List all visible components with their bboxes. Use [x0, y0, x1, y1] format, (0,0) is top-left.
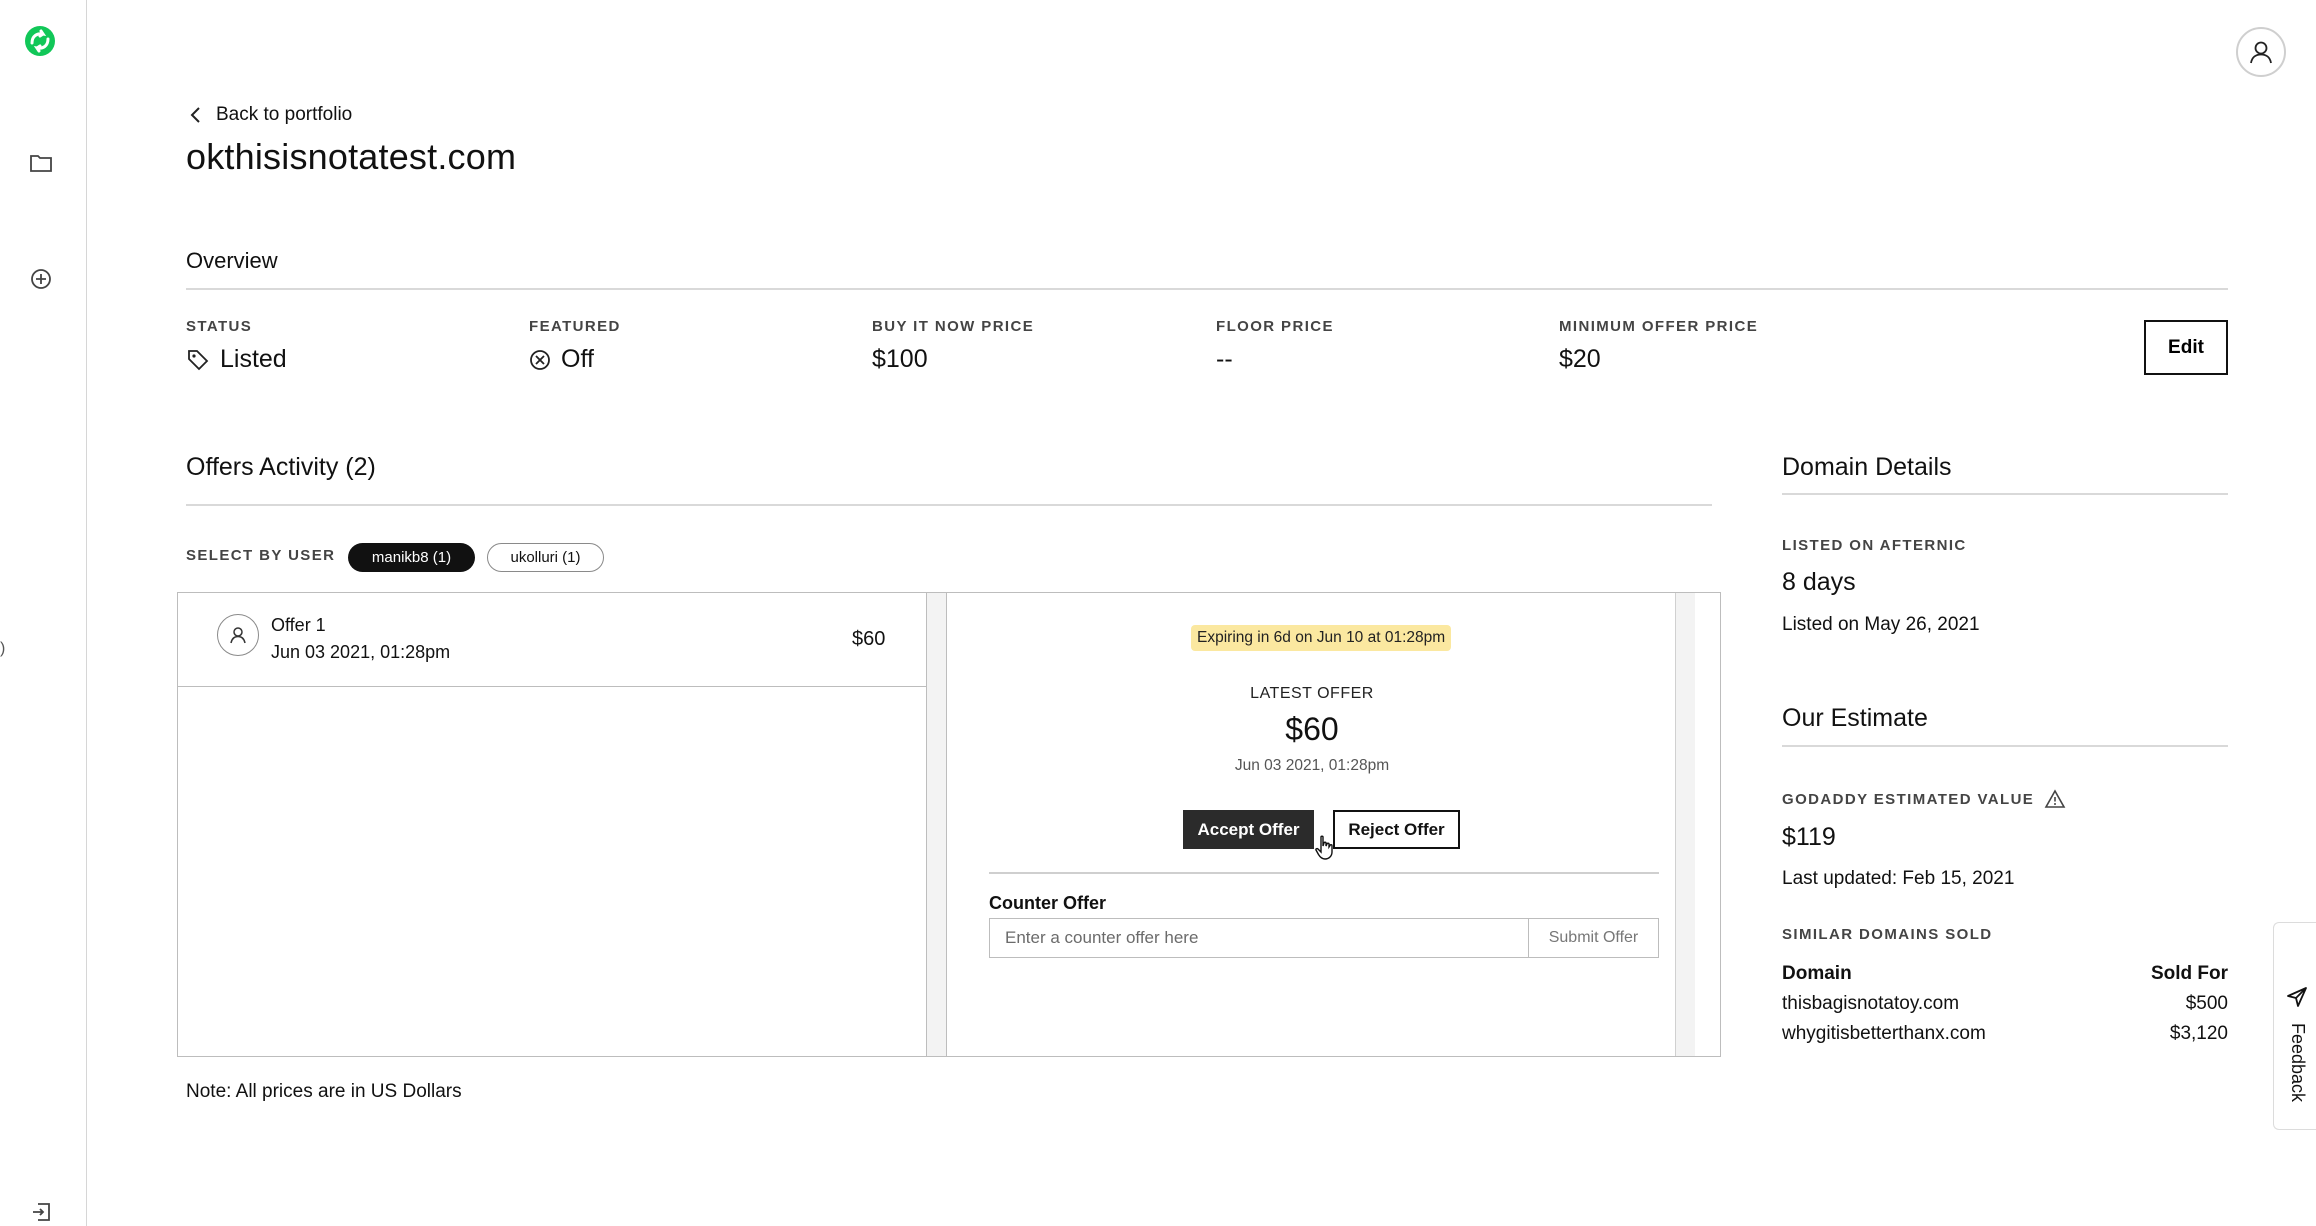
edge-mark: )	[0, 640, 6, 657]
table-row: whygitisbetterthanx.com $3,120	[1782, 1019, 2228, 1049]
domain-column-header: Domain	[1782, 963, 1852, 984]
user-icon	[2250, 41, 2272, 64]
sold-for-column-header: Sold For	[2150, 963, 2228, 984]
edit-button[interactable]: Edit	[2144, 320, 2228, 375]
reject-offer-button[interactable]: Reject Offer	[1333, 810, 1460, 849]
accept-offer-button[interactable]: Accept Offer	[1183, 810, 1314, 849]
buy-now-value: $100	[872, 345, 928, 373]
offers-panel: Offer 1 Jun 03 2021, 01:28pm $60 Expirin…	[177, 592, 1721, 1057]
listed-date: Listed on May 26, 2021	[1782, 614, 1980, 635]
buy-now-stat: BUY IT NOW PRICE $100	[872, 318, 1034, 374]
panel-splitter	[927, 593, 947, 1056]
domain-details-heading: Domain Details	[1782, 453, 1952, 481]
offer-date: Jun 03 2021, 01:28pm	[271, 642, 451, 662]
plus-circle-icon[interactable]	[24, 262, 58, 296]
min-offer-label: MINIMUM OFFER PRICE	[1559, 318, 1759, 335]
hand-cursor-icon	[1314, 835, 1336, 866]
sold-price: $500	[2185, 993, 2228, 1014]
estimate-heading: Our Estimate	[1782, 704, 1928, 732]
feedback-label: Feedback	[2288, 1023, 2308, 1103]
user-filter-chip-ukolluri[interactable]: ukolluri (1)	[487, 543, 604, 572]
feedback-tab[interactable]: Feedback	[2273, 922, 2316, 1130]
sign-out-icon[interactable]	[24, 1195, 58, 1226]
domain-details-divider	[1782, 493, 2228, 495]
page-title: okthisisnotatest.com	[186, 136, 517, 177]
estimated-value-label: GODADDY ESTIMATED VALUE	[1782, 790, 2035, 808]
select-by-user-label: SELECT BY USER	[186, 547, 336, 564]
x-circle-icon	[530, 349, 550, 370]
sold-domain: whygitisbetterthanx.com	[1782, 1023, 1986, 1044]
floor-price-label: FLOOR PRICE	[1216, 318, 1334, 335]
offer-name: Offer 1	[271, 615, 326, 635]
listed-on-afternic-label: LISTED ON AFTERNIC	[1782, 537, 1967, 554]
offer-user-avatar	[217, 614, 259, 656]
counter-offer-input[interactable]	[989, 918, 1528, 958]
offer-list-item[interactable]: Offer 1 Jun 03 2021, 01:28pm $60	[178, 593, 927, 687]
latest-offer-label: LATEST OFFER	[1250, 685, 1374, 702]
featured-stat: FEATURED Off	[529, 318, 621, 374]
send-icon	[2287, 987, 2307, 1007]
offers-activity-heading: Offers Activity (2)	[186, 453, 376, 481]
chevron-left-icon	[190, 107, 200, 123]
detail-scrollbar[interactable]	[1675, 593, 1695, 1056]
back-link-label: Back to portfolio	[216, 104, 353, 125]
floor-price-value: --	[1216, 345, 1233, 373]
offers-list: Offer 1 Jun 03 2021, 01:28pm $60	[178, 593, 927, 1056]
detail-divider	[989, 872, 1659, 874]
table-header-row: Domain Sold For	[1782, 959, 2228, 989]
status-stat: STATUS Listed	[186, 318, 287, 374]
submit-offer-button[interactable]: Submit Offer	[1528, 918, 1659, 958]
sold-price: $3,120	[2169, 1023, 2228, 1044]
counter-offer-label: Counter Offer	[989, 893, 1106, 913]
offer-detail: Expiring in 6d on Jun 10 at 01:28pm LATE…	[949, 593, 1695, 1056]
floor-price-stat: FLOOR PRICE --	[1216, 318, 1334, 374]
user-filter-chip-manikb8[interactable]: manikb8 (1)	[348, 543, 475, 572]
estimate-updated: Last updated: Feb 15, 2021	[1782, 868, 2015, 889]
folder-icon[interactable]	[24, 146, 58, 180]
sidebar: )	[0, 0, 87, 1226]
latest-offer-date: Jun 03 2021, 01:28pm	[1234, 757, 1390, 774]
status-label: STATUS	[186, 318, 253, 335]
similar-domains-table: Domain Sold For thisbagisnotatoy.com $50…	[1782, 959, 2228, 1049]
back-to-portfolio-link[interactable]: Back to portfolio	[190, 104, 352, 126]
featured-value: Off	[561, 345, 594, 373]
latest-offer-amount: $60	[1285, 711, 1339, 747]
estimated-value: $119	[1782, 823, 1836, 851]
tag-icon	[188, 349, 209, 370]
sold-domain: thisbagisnotatoy.com	[1782, 993, 1960, 1014]
warning-icon[interactable]	[2044, 789, 2066, 809]
afternic-logo-icon[interactable]	[23, 24, 57, 58]
status-value: Listed	[220, 345, 287, 373]
featured-label: FEATURED	[529, 318, 621, 335]
min-offer-stat: MINIMUM OFFER PRICE $20	[1559, 318, 1758, 374]
offer-amount: $60	[852, 628, 886, 650]
domain-details-section: Domain Details	[1782, 453, 2228, 482]
offers-divider	[186, 504, 1712, 506]
table-row: thisbagisnotatoy.com $500	[1782, 989, 2228, 1019]
user-avatar-button[interactable]	[2236, 27, 2286, 77]
overview-heading: Overview	[186, 248, 278, 273]
similar-domains-label: SIMILAR DOMAINS SOLD	[1782, 926, 1993, 943]
min-offer-value: $20	[1559, 345, 1601, 373]
estimate-section: Our Estimate	[1782, 704, 2228, 733]
buy-now-label: BUY IT NOW PRICE	[872, 318, 1035, 335]
listed-duration: 8 days	[1782, 568, 1856, 596]
expiring-badge: Expiring in 6d on Jun 10 at 01:28pm	[1191, 625, 1452, 651]
estimated-value-label-row: GODADDY ESTIMATED VALUE	[1782, 789, 2228, 809]
user-icon	[230, 627, 246, 644]
overview-divider	[186, 288, 2228, 290]
prices-note: Note: All prices are in US Dollars	[186, 1081, 462, 1102]
estimate-divider	[1782, 745, 2228, 747]
